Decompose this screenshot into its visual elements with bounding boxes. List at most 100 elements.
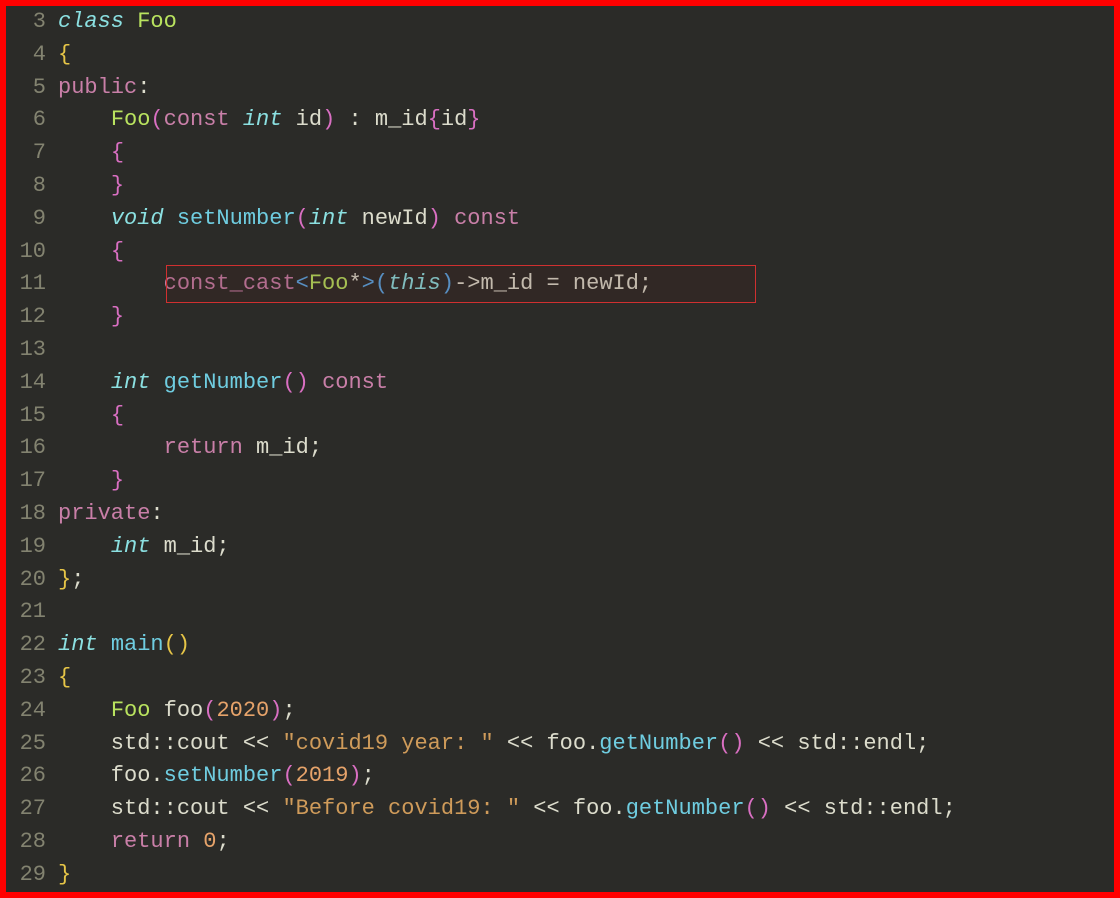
code-token: < [296, 271, 309, 296]
code-token [58, 271, 164, 296]
line-number: 11 [6, 268, 46, 301]
line-number: 7 [6, 137, 46, 170]
code-line[interactable] [58, 596, 1114, 629]
line-number: 21 [6, 596, 46, 629]
code-line[interactable]: } [58, 859, 1114, 892]
line-number: 26 [6, 760, 46, 793]
code-line[interactable]: }; [58, 564, 1114, 597]
code-token [58, 698, 111, 723]
code-token [58, 173, 111, 198]
code-token: foo. [58, 763, 164, 788]
code-line[interactable]: Foo foo(2020); [58, 695, 1114, 728]
code-token: int [111, 534, 151, 559]
code-token: ) [428, 206, 441, 231]
code-token: } [111, 468, 124, 493]
code-token: int [58, 632, 98, 657]
code-token: : [150, 501, 163, 526]
code-token: ; [71, 567, 84, 592]
code-token [58, 468, 111, 493]
code-line[interactable]: int main() [58, 629, 1114, 662]
code-token: std::cout << [58, 731, 282, 756]
code-line[interactable]: std::cout << "Before covid19: " << foo.g… [58, 793, 1114, 826]
code-line[interactable]: foo.setNumber(2019); [58, 760, 1114, 793]
code-token: ) [441, 271, 454, 296]
code-token: ) [177, 632, 190, 657]
code-token [58, 140, 111, 165]
code-line[interactable]: return m_id; [58, 432, 1114, 465]
code-token: void [111, 206, 164, 231]
code-line[interactable]: } [58, 301, 1114, 334]
code-token: 2019 [296, 763, 349, 788]
code-line[interactable]: { [58, 400, 1114, 433]
line-number: 27 [6, 793, 46, 826]
code-token: m_id; [243, 435, 322, 460]
code-token: ( [745, 796, 758, 821]
code-token: const [454, 206, 520, 231]
code-token: const [322, 370, 388, 395]
line-number: 14 [6, 367, 46, 400]
code-token: ) [348, 763, 361, 788]
line-number: 28 [6, 826, 46, 859]
line-number: 6 [6, 104, 46, 137]
code-token [58, 403, 111, 428]
code-line[interactable]: int getNumber() const [58, 367, 1114, 400]
line-number: 3 [6, 6, 46, 39]
code-token: } [58, 862, 71, 887]
code-line[interactable]: const_cast<Foo*>(this)->m_id = newId; [58, 268, 1114, 301]
code-token: "Before covid19: " [282, 796, 520, 821]
code-token: ( [282, 763, 295, 788]
code-line[interactable]: } [58, 170, 1114, 203]
code-token: 2020 [216, 698, 269, 723]
code-token: setNumber [177, 206, 296, 231]
code-token [230, 107, 243, 132]
code-line[interactable]: { [58, 236, 1114, 269]
code-token: ) [322, 107, 335, 132]
code-token: ) [758, 796, 771, 821]
code-token: ->m_id = newId; [454, 271, 652, 296]
code-token: } [111, 173, 124, 198]
code-token [58, 435, 164, 460]
line-number: 15 [6, 400, 46, 433]
code-line[interactable]: private: [58, 498, 1114, 531]
line-number: 4 [6, 39, 46, 72]
code-token: ( [718, 731, 731, 756]
code-token [190, 829, 203, 854]
line-number: 13 [6, 334, 46, 367]
code-token: ( [150, 107, 163, 132]
code-token [58, 829, 111, 854]
code-line[interactable]: public: [58, 72, 1114, 105]
line-number: 8 [6, 170, 46, 203]
line-number: 22 [6, 629, 46, 662]
code-token: 0 [203, 829, 216, 854]
code-area[interactable]: class Foo{public: Foo(const int id) : m_… [54, 6, 1114, 892]
code-token: ; [216, 829, 229, 854]
code-token: return [164, 435, 243, 460]
code-line[interactable]: { [58, 662, 1114, 695]
code-line[interactable]: class Foo [58, 6, 1114, 39]
code-line[interactable]: Foo(const int id) : m_id{id} [58, 104, 1114, 137]
code-line[interactable]: std::cout << "covid19 year: " << foo.get… [58, 728, 1114, 761]
code-line[interactable] [58, 334, 1114, 367]
code-line[interactable]: { [58, 39, 1114, 72]
code-token: * [348, 271, 361, 296]
code-token: ( [296, 206, 309, 231]
code-token: ) [296, 370, 309, 395]
code-line[interactable]: { [58, 137, 1114, 170]
code-token: m_id; [150, 534, 229, 559]
code-token: { [111, 140, 124, 165]
code-token [58, 304, 111, 329]
code-line[interactable]: return 0; [58, 826, 1114, 859]
code-token: Foo [137, 9, 177, 34]
code-token: const [164, 107, 230, 132]
code-token: : m_id [335, 107, 427, 132]
code-line[interactable]: void setNumber(int newId) const [58, 203, 1114, 236]
code-token: int [243, 107, 283, 132]
code-token [164, 206, 177, 231]
code-token: int [111, 370, 151, 395]
code-line[interactable]: } [58, 465, 1114, 498]
line-number: 9 [6, 203, 46, 236]
line-number: 23 [6, 662, 46, 695]
code-token: getNumber [599, 731, 718, 756]
code-line[interactable]: int m_id; [58, 531, 1114, 564]
code-token: std::cout << [58, 796, 282, 821]
